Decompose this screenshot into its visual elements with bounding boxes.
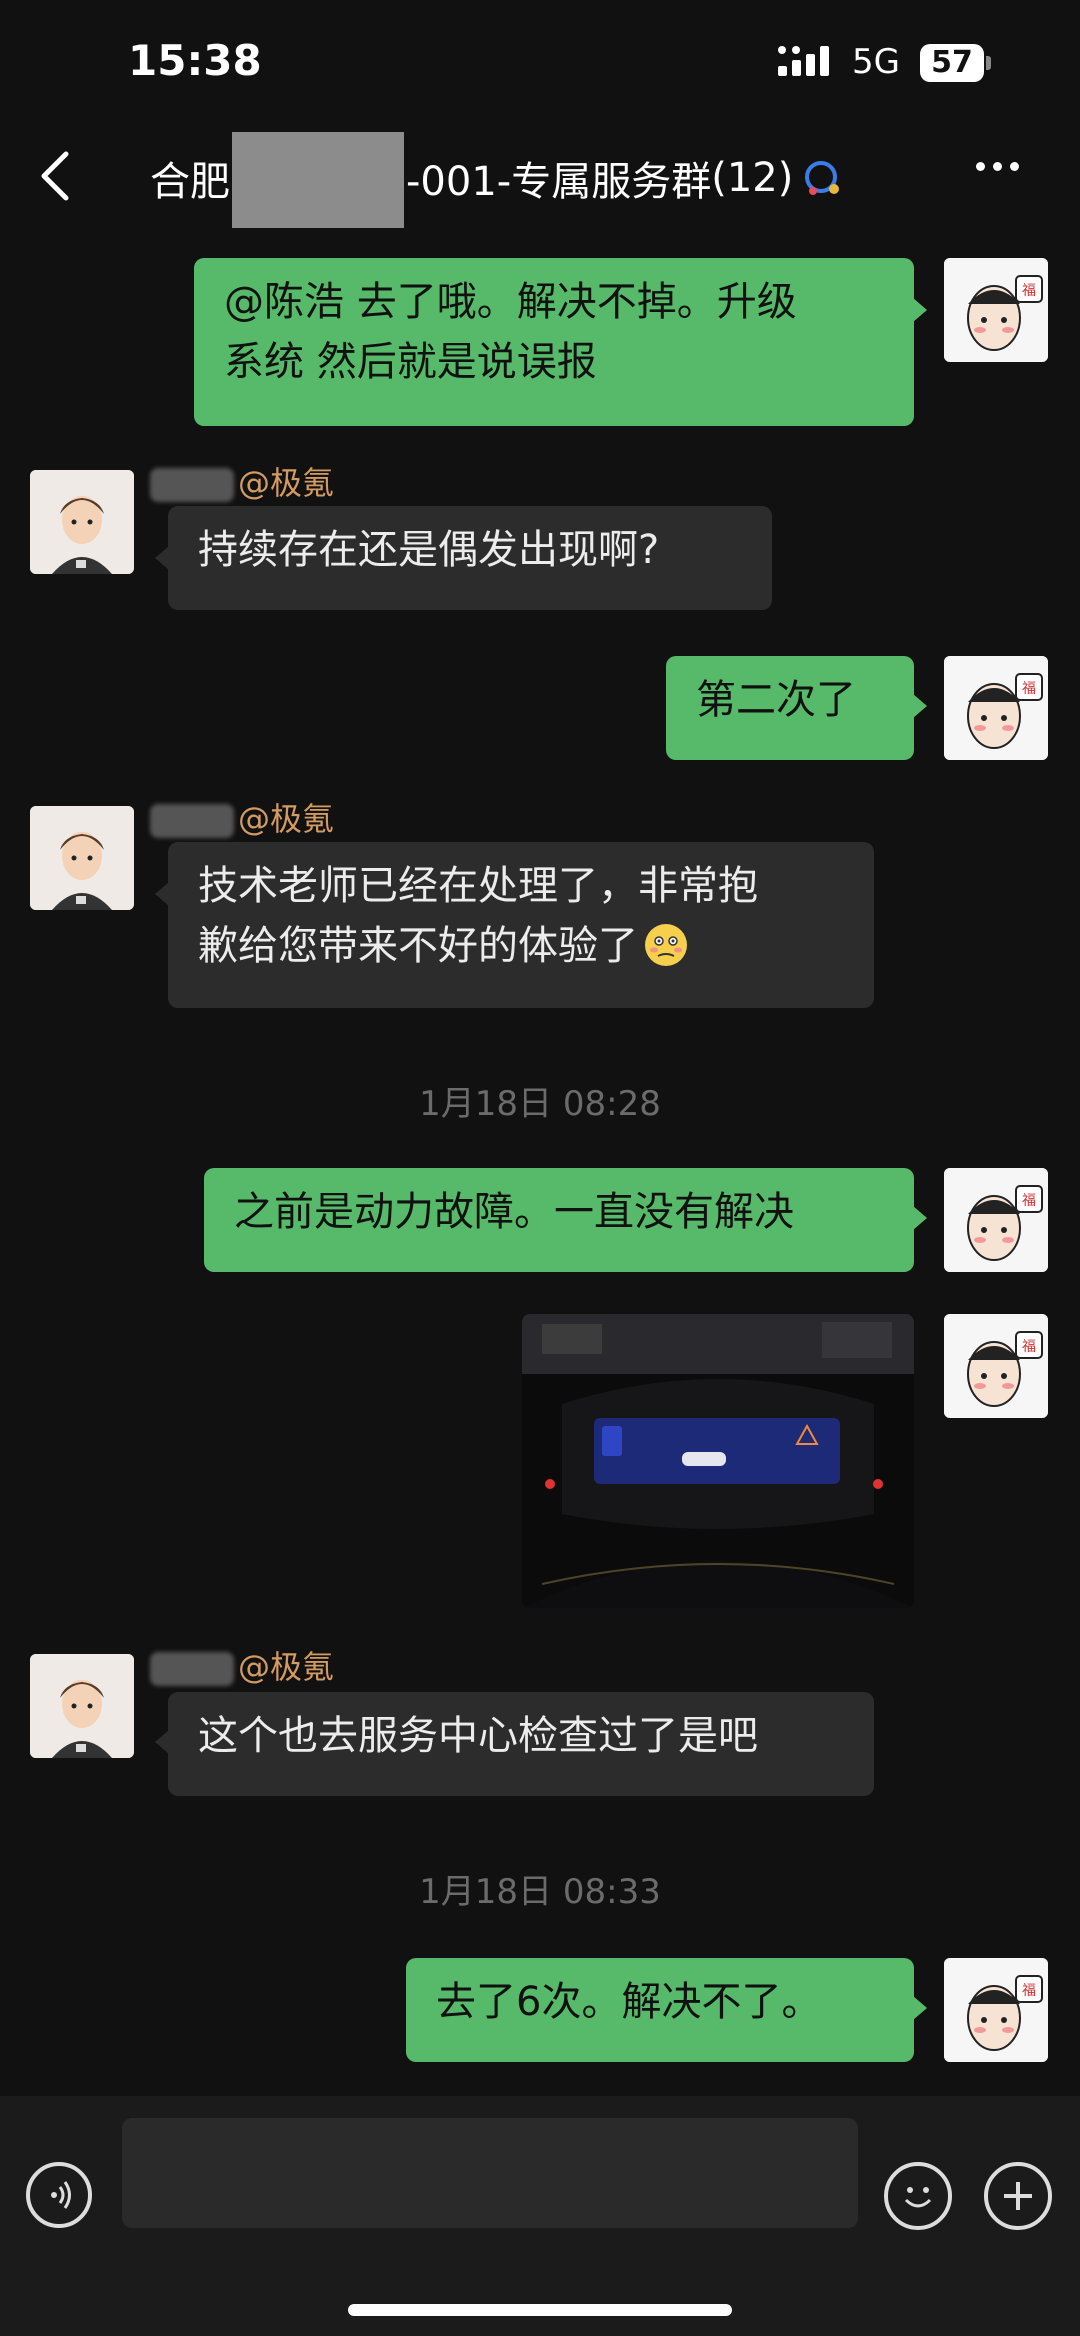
message-bubble-received[interactable]: 持续存在还是偶发出现啊?	[168, 506, 772, 610]
message-text: 系统 然后就是说误报	[224, 339, 597, 385]
redacted-name	[150, 1652, 234, 1686]
message-text: @陈浩 去了哦。解决不掉。升级	[224, 279, 797, 325]
chat-title: 合肥 -001-专属服务群 (12)	[150, 132, 843, 228]
sender-tag: @极氪	[238, 800, 335, 838]
battery-level: 57	[920, 44, 984, 82]
emoji-icon[interactable]	[884, 2162, 952, 2230]
message-bubble-sent[interactable]: @陈浩 去了哦。解决不掉。升级 系统 然后就是说误报	[194, 258, 914, 426]
group-chat-icon	[805, 161, 840, 195]
my-avatar[interactable]: 福	[944, 1314, 1048, 1418]
message-text: 第二次了	[696, 677, 856, 723]
redacted-name	[150, 804, 234, 838]
dashboard-photo[interactable]	[522, 1314, 914, 1608]
message-bubble-sent[interactable]: 之前是动力故障。一直没有解决	[204, 1168, 914, 1272]
message-text: 去了6次。解决不了。	[436, 1979, 822, 2025]
svg-text:福: 福	[1022, 1193, 1036, 1209]
member-count: (12)	[711, 155, 794, 201]
sender-tag: @极氪	[238, 464, 335, 502]
network-type: 5G	[852, 42, 900, 82]
message-text: 歉给您带来不好的体验了	[198, 923, 638, 969]
message-bubble-sent[interactable]: 去了6次。解决不了。	[406, 1958, 914, 2062]
message-bubble-received[interactable]: 技术老师已经在处理了，非常抱 歉给您带来不好的体验了	[168, 842, 874, 1008]
my-avatar[interactable]: 福	[944, 1168, 1048, 1272]
status-bar: 15:38 5G 57	[0, 0, 1080, 128]
sender-tag: @极氪	[238, 1648, 335, 1686]
input-bar	[0, 2096, 1080, 2336]
message-bubble-sent[interactable]: 第二次了	[666, 656, 914, 760]
sender-name: @极氪	[150, 458, 334, 504]
message-text: 持续存在还是偶发出现啊?	[198, 527, 660, 573]
back-arrow-icon[interactable]	[28, 140, 88, 210]
my-avatar[interactable]: 福	[944, 258, 1048, 362]
awkward-emoji-icon	[645, 924, 687, 966]
message-bubble-received[interactable]: 这个也去服务中心检查过了是吧	[168, 1692, 874, 1796]
timestamp: 1月18日 08:33	[419, 1872, 661, 1912]
my-avatar[interactable]: 福	[944, 1958, 1048, 2062]
timestamp: 1月18日 08:28	[419, 1084, 661, 1124]
message-text: 之前是动力故障。一直没有解决	[234, 1189, 794, 1235]
my-avatar[interactable]: 福	[944, 656, 1048, 760]
message-text: 这个也去服务中心检查过了是吧	[198, 1713, 758, 1759]
status-time: 15:38	[128, 36, 262, 85]
voice-input-icon[interactable]	[26, 2162, 92, 2228]
message-text: 技术老师已经在处理了，非常抱	[198, 863, 758, 909]
battery-icon: 57	[920, 44, 992, 82]
agent-avatar[interactable]	[30, 806, 134, 910]
title-suffix: -001-专属服务群	[406, 159, 712, 205]
svg-text:福: 福	[1022, 681, 1036, 697]
svg-text:福: 福	[1022, 1339, 1036, 1355]
redacted-block	[232, 132, 404, 228]
title-prefix: 合肥	[150, 159, 230, 205]
svg-text:福: 福	[1022, 283, 1036, 299]
home-indicator[interactable]	[348, 2304, 732, 2316]
agent-avatar[interactable]	[30, 470, 134, 574]
svg-text:福: 福	[1022, 1983, 1036, 1999]
sender-name: @极氪	[150, 794, 334, 840]
chat-header: 合肥 -001-专属服务群 (12)	[0, 128, 1080, 228]
message-input[interactable]	[122, 2118, 858, 2228]
more-options-icon[interactable]	[976, 156, 1036, 196]
agent-avatar[interactable]	[30, 1654, 134, 1758]
sender-name: @极氪	[150, 1642, 334, 1688]
redacted-name	[150, 468, 234, 502]
add-attachment-icon[interactable]	[984, 2162, 1052, 2230]
signal-icon	[778, 46, 829, 76]
